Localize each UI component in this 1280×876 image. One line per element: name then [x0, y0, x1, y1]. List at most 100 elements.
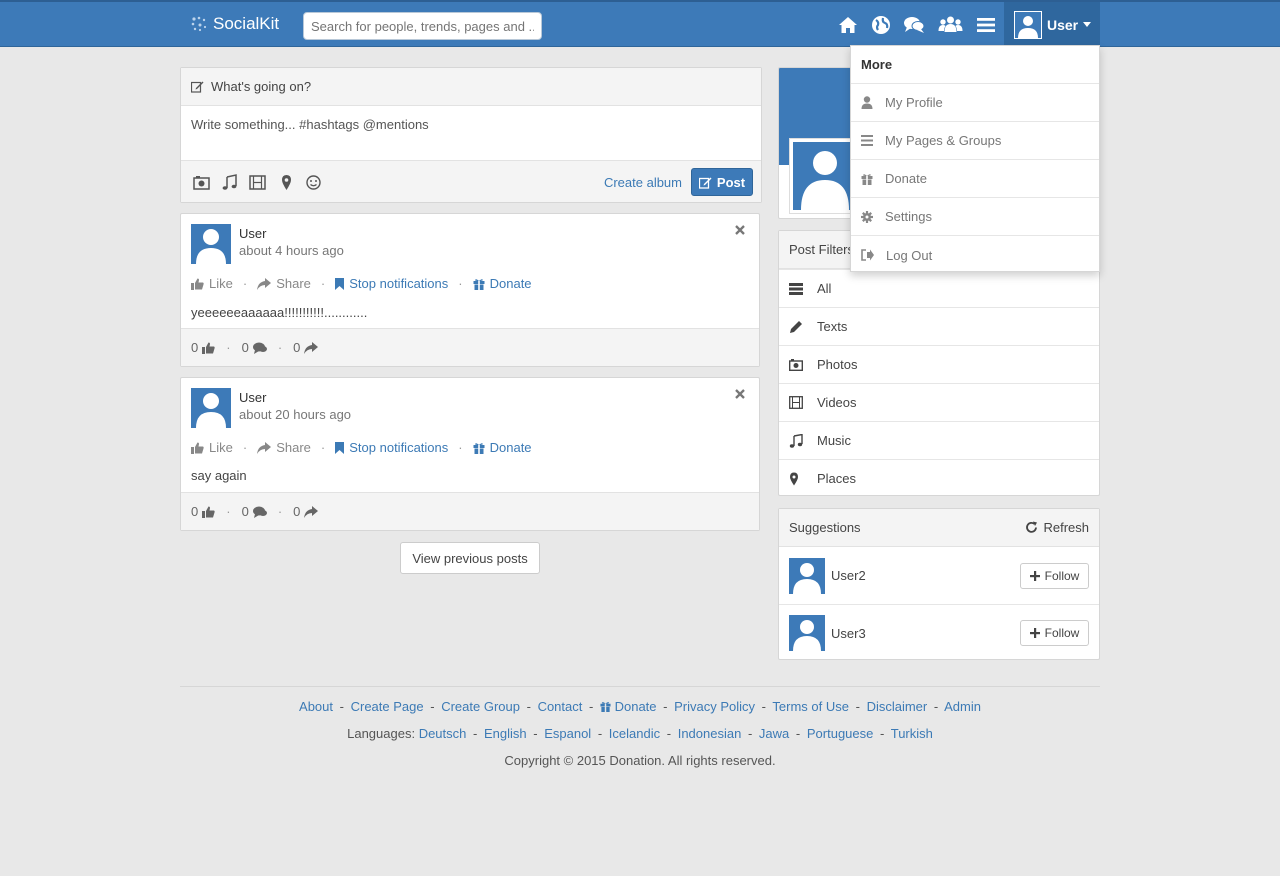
suggestions-title: Suggestions: [789, 520, 861, 535]
share-button[interactable]: Share: [257, 276, 311, 291]
stop-notifications-button[interactable]: Stop notifications: [335, 276, 448, 291]
suggestion-name[interactable]: User2: [831, 568, 866, 583]
like-button[interactable]: Like: [191, 440, 233, 455]
likes-count[interactable]: 0: [191, 340, 215, 355]
post-author-avatar[interactable]: [191, 224, 231, 264]
music-icon: [789, 433, 803, 448]
create-album-link[interactable]: Create album: [604, 175, 682, 190]
shares-count[interactable]: 0: [293, 504, 319, 519]
composer-textarea[interactable]: Write something... #hashtags @mentions: [181, 106, 761, 160]
user-menu-button[interactable]: User: [1004, 2, 1100, 47]
site-logo[interactable]: SocialKit: [190, 14, 279, 34]
footer-link-create-page[interactable]: Create Page: [351, 699, 424, 714]
footer-link-about[interactable]: About: [299, 699, 333, 714]
languages-label: Languages:: [347, 726, 416, 741]
donate-button[interactable]: Donate: [473, 276, 532, 291]
follow-button[interactable]: Follow: [1020, 620, 1089, 646]
footer-link-create-group[interactable]: Create Group: [441, 699, 520, 714]
filter-texts[interactable]: Texts: [779, 307, 1099, 345]
globe-icon[interactable]: [870, 14, 892, 36]
post-author-name[interactable]: User: [239, 390, 266, 405]
separator: -: [747, 726, 753, 741]
comments-icon: [252, 506, 267, 518]
language-link[interactable]: Turkish: [891, 726, 933, 741]
follow-button[interactable]: Follow: [1020, 562, 1089, 589]
comments-count[interactable]: 0: [242, 504, 267, 519]
post-timestamp[interactable]: about 4 hours ago: [239, 243, 344, 258]
suggestion-avatar[interactable]: [789, 615, 825, 651]
filter-label: All: [817, 281, 832, 296]
menu-item-settings[interactable]: Settings: [851, 198, 1099, 236]
language-link[interactable]: Icelandic: [609, 726, 660, 741]
donate-button[interactable]: Donate: [473, 440, 532, 455]
language-link[interactable]: Portuguese: [807, 726, 874, 741]
groups-icon[interactable]: [938, 14, 963, 36]
footer-link-disclaimer[interactable]: Disclaimer: [867, 699, 928, 714]
stop-notifications-label: Stop notifications: [349, 276, 449, 291]
footer-links: About - Create Page - Create Group - Con…: [0, 699, 1280, 714]
suggestion-avatar[interactable]: [789, 557, 825, 594]
separator: ·: [242, 276, 248, 291]
separator: ·: [320, 276, 326, 291]
menu-item-donate[interactable]: Donate: [851, 160, 1099, 198]
close-icon[interactable]: [735, 225, 745, 235]
separator: -: [339, 699, 344, 714]
footer-link-terms[interactable]: Terms of Use: [772, 699, 849, 714]
avatar-silhouette-icon: [196, 393, 226, 428]
comments-icon[interactable]: [903, 14, 925, 36]
language-link[interactable]: Indonesian: [678, 726, 742, 741]
likes-count[interactable]: 0: [191, 504, 215, 519]
user-name: User: [1047, 16, 1079, 33]
language-link[interactable]: Jawa: [759, 726, 789, 741]
music-icon[interactable]: [221, 174, 238, 191]
search-input[interactable]: [303, 12, 542, 40]
like-button[interactable]: Like: [191, 276, 233, 291]
map-marker-icon[interactable]: [278, 174, 295, 191]
comments-count[interactable]: 0: [242, 340, 267, 355]
filter-videos[interactable]: Videos: [779, 383, 1099, 421]
filter-places[interactable]: Places: [779, 459, 1099, 497]
smiley-icon[interactable]: [305, 174, 322, 191]
footer-link-admin[interactable]: Admin: [944, 699, 981, 714]
view-previous-posts-button[interactable]: View previous posts: [400, 542, 540, 574]
camera-icon: [789, 359, 803, 371]
post-author-name[interactable]: User: [239, 226, 266, 241]
post-timestamp[interactable]: about 20 hours ago: [239, 407, 351, 422]
film-icon[interactable]: [249, 174, 266, 191]
suggestion-name[interactable]: User3: [831, 626, 866, 641]
language-link[interactable]: Espanol: [544, 726, 591, 741]
separator: -: [597, 726, 603, 741]
menu-icon[interactable]: [975, 14, 997, 36]
filter-all[interactable]: All: [779, 269, 1099, 307]
post-composer: What's going on? Write something... #has…: [180, 67, 762, 203]
shares-count[interactable]: 0: [293, 340, 319, 355]
footer-link-privacy[interactable]: Privacy Policy: [674, 699, 755, 714]
close-icon[interactable]: [735, 389, 745, 399]
avatar-silhouette-icon: [793, 620, 821, 651]
filter-music[interactable]: Music: [779, 421, 1099, 459]
separator: ·: [458, 440, 463, 455]
menu-item-pages-groups[interactable]: My Pages & Groups: [851, 122, 1099, 160]
filter-label: Places: [817, 471, 857, 486]
stop-notifications-button[interactable]: Stop notifications: [335, 440, 448, 455]
camera-icon[interactable]: [193, 174, 210, 191]
menu-item-my-profile[interactable]: My Profile: [851, 84, 1099, 122]
share-button[interactable]: Share: [257, 440, 311, 455]
post-button[interactable]: Post: [691, 168, 753, 196]
separator: -: [533, 726, 538, 741]
refresh-button[interactable]: Refresh: [1025, 520, 1089, 535]
bookmark-icon: [335, 277, 345, 290]
footer-link-donate[interactable]: Donate: [600, 699, 660, 714]
gift-icon: [600, 702, 611, 712]
copyright: Copyright © 2015 Donation. All rights re…: [504, 753, 776, 768]
footer-link-contact[interactable]: Contact: [538, 699, 583, 714]
language-link[interactable]: English: [484, 726, 527, 741]
language-link[interactable]: Deutsch: [419, 726, 467, 741]
menu-item-logout[interactable]: Log Out: [851, 236, 1099, 274]
home-icon[interactable]: [837, 14, 859, 36]
post-author-avatar[interactable]: [191, 388, 231, 428]
separator: ·: [277, 504, 283, 519]
post-card: User about 20 hours ago Like · Share · S…: [180, 377, 760, 531]
filter-photos[interactable]: Photos: [779, 345, 1099, 383]
separator: ·: [226, 504, 231, 519]
